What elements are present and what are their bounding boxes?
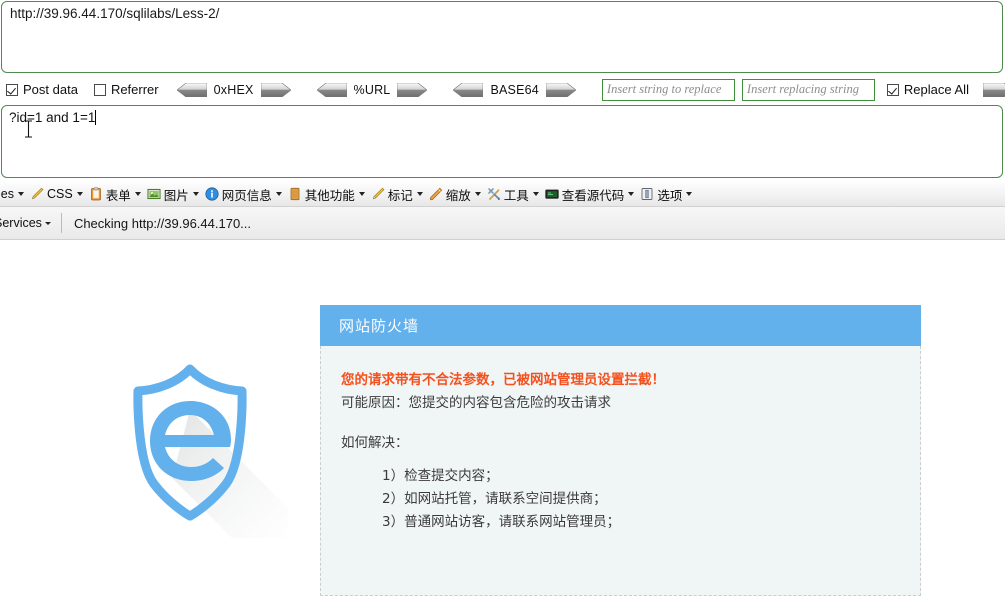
extension-menu-bar: ies CSS 表单 图片 <box>0 182 1005 207</box>
encoder-label-url: %URL <box>353 82 391 97</box>
chevron-down-icon <box>532 192 539 196</box>
monitor-icon <box>545 189 559 199</box>
left-arrow-icon[interactable] <box>316 82 347 97</box>
list-item: 2）如网站托管，请联系空间提供商； <box>382 491 607 507</box>
chevron-down-icon <box>358 192 365 196</box>
list-item: 1）检查提交内容； <box>382 468 499 484</box>
referrer-checkbox[interactable]: Referrer <box>93 82 159 97</box>
checkbox-icon[interactable] <box>93 83 106 96</box>
menu-item-options[interactable]: 选项 <box>637 183 695 205</box>
chevron-down-icon <box>628 192 635 196</box>
menu-label-zoom: 缩放 <box>445 188 471 203</box>
encoder-group-base64: BASE64 <box>453 82 576 97</box>
shield-e-icon <box>133 364 288 538</box>
menu-label-other-functions: 其他功能 <box>304 188 355 203</box>
post-data-label: Post data <box>23 82 78 97</box>
menu-item-form[interactable]: 表单 <box>86 183 144 205</box>
chevron-down-icon <box>134 192 141 196</box>
menu-label-options: 选项 <box>657 188 683 203</box>
list-item: 3）普通网站访客，请联系网站管理员； <box>382 514 621 530</box>
book-icon <box>290 187 300 201</box>
menu-label-css: CSS <box>46 187 73 201</box>
replace-search-input[interactable] <box>601 78 735 101</box>
status-message: Checking http://39.96.44.170... <box>73 215 252 231</box>
request-url-text: http://39.96.44.170/sqlilabs/Less-2/ <box>10 6 220 21</box>
menu-item-css[interactable]: CSS <box>27 183 86 205</box>
menu-item-page-info[interactable]: 网页信息 <box>202 183 285 205</box>
howto-label: 如何解决： <box>341 435 409 451</box>
payload-text: ?id=1 and 1=1 <box>9 110 97 125</box>
replace-with-input[interactable] <box>741 78 875 101</box>
pencil-icon <box>372 187 385 200</box>
services-menu[interactable]: Services <box>0 216 51 230</box>
chevron-down-icon <box>686 192 693 196</box>
menu-label-cookies: ies <box>0 187 14 201</box>
options-icon <box>641 188 653 200</box>
right-arrow-icon[interactable] <box>260 82 291 97</box>
replace-all-label: Replace All <box>903 82 969 97</box>
encoder-label-base64: BASE64 <box>490 82 539 97</box>
referrer-label: Referrer <box>110 82 159 97</box>
reason-message: 可能原因：您提交的内容包含危险的攻击请求 <box>341 395 611 411</box>
menu-item-zoom[interactable]: 缩放 <box>426 183 484 205</box>
payload-input-box[interactable]: ?id=1 and 1=1 <box>1 105 1003 178</box>
menu-label-view-source: 查看源代码 <box>561 188 625 203</box>
menu-item-tools[interactable]: 工具 <box>484 183 542 205</box>
left-arrow-icon[interactable] <box>453 82 484 97</box>
menu-label-tools: 工具 <box>503 188 529 203</box>
payload-value: ?id=1 and 1=1 <box>9 110 96 125</box>
right-arrow-icon[interactable] <box>397 82 428 97</box>
menu-item-mark[interactable]: 标记 <box>368 183 426 205</box>
warning-message: 您的请求带有不合法参数，已被网站管理员设置拦截！ <box>341 372 665 388</box>
options-toolbar: Post data Referrer 0xHEX %URL BASE64 Ins… <box>0 76 1005 103</box>
status-divider <box>60 213 62 233</box>
post-data-checkbox[interactable]: Post data <box>6 82 78 97</box>
services-label: Services <box>0 216 42 230</box>
clipboard-icon <box>90 187 101 201</box>
firewall-panel: 网站防火墙 您的请求带有不合法参数，已被网站管理员设置拦截！ 可能原因：您提交的… <box>320 305 921 596</box>
chevron-down-icon <box>474 192 481 196</box>
menu-item-cookies[interactable]: ies <box>0 183 27 205</box>
request-url-box[interactable]: http://39.96.44.170/sqlilabs/Less-2/ <box>1 1 1003 73</box>
checkbox-icon[interactable] <box>886 83 899 96</box>
pencil-icon <box>31 187 44 200</box>
menu-item-image[interactable]: 图片 <box>144 183 202 205</box>
status-bar: Services Checking http://39.96.44.170... <box>0 207 1005 240</box>
firewall-panel-body: 您的请求带有不合法参数，已被网站管理员设置拦截！ 可能原因：您提交的内容包含危险… <box>320 346 921 596</box>
firewall-panel-title: 网站防火墙 <box>339 317 420 335</box>
menu-label-page-info: 网页信息 <box>221 188 272 203</box>
menu-label-image: 图片 <box>163 188 189 203</box>
menu-label-form: 表单 <box>105 188 131 203</box>
encoder-label-hex: 0xHEX <box>213 82 254 97</box>
chevron-down-icon <box>17 192 24 196</box>
ruler-icon <box>429 187 442 201</box>
left-arrow-icon[interactable] <box>176 82 207 97</box>
firewall-logo <box>112 352 292 538</box>
solution-steps: 1）检查提交内容； 2）如网站托管，请联系空间提供商； 3）普通网站访客，请联系… <box>341 465 900 534</box>
chevron-down-icon <box>44 221 51 225</box>
tools-icon <box>487 188 500 200</box>
chevron-down-icon <box>76 192 83 196</box>
menu-item-other-functions[interactable]: 其他功能 <box>285 183 368 205</box>
encoder-group-hex: 0xHEX <box>176 82 291 97</box>
text-caret <box>95 110 97 125</box>
picture-icon <box>147 188 161 200</box>
firewall-panel-header: 网站防火墙 <box>320 305 921 346</box>
replace-all-checkbox[interactable]: Replace All <box>886 82 969 97</box>
right-arrow-filled-icon[interactable] <box>982 82 1005 97</box>
menu-label-mark: 标记 <box>387 188 413 203</box>
chevron-down-icon <box>416 192 423 196</box>
encoder-group-url: %URL <box>316 82 428 97</box>
right-arrow-icon[interactable] <box>545 82 576 97</box>
info-circle-icon <box>205 187 219 201</box>
checkbox-icon[interactable] <box>6 83 18 96</box>
menu-item-view-source[interactable]: 查看源代码 <box>542 183 638 205</box>
chevron-down-icon <box>275 192 282 196</box>
chevron-down-icon <box>192 192 199 196</box>
